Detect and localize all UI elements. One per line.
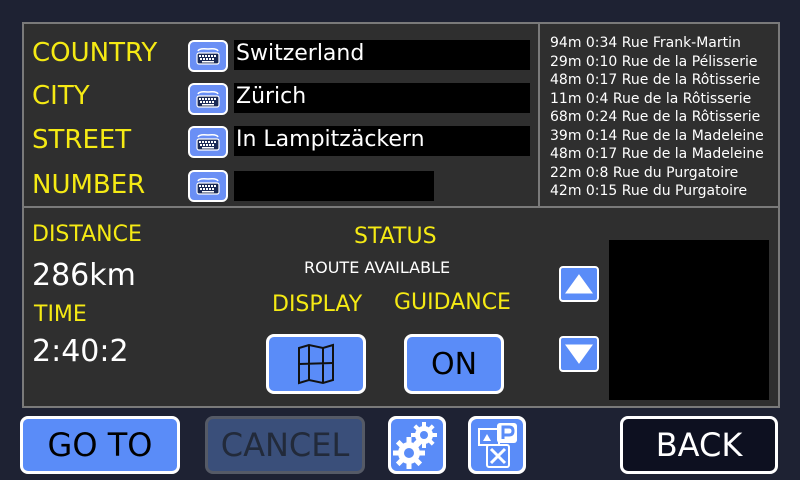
arrow-down-icon bbox=[565, 344, 593, 364]
route-list[interactable]: 94m 0:34 Rue Frank-Martin 29m 0:10 Rue d… bbox=[538, 22, 780, 208]
display-label: DISPLAY bbox=[272, 292, 363, 317]
number-keyboard-button[interactable] bbox=[188, 170, 228, 202]
display-map-button[interactable] bbox=[266, 334, 366, 394]
route-items: 94m 0:34 Rue Frank-Martin 29m 0:10 Rue d… bbox=[540, 34, 764, 201]
cancel-button[interactable]: CANCEL bbox=[205, 416, 365, 474]
time-label: TIME bbox=[34, 302, 87, 327]
route-info-panel: DISTANCE 286km TIME 2:40:2 STATUS ROUTE … bbox=[22, 206, 780, 408]
distance-value: 286km bbox=[32, 258, 136, 293]
arrow-up-icon bbox=[565, 274, 593, 294]
time-value: 2:40:2 bbox=[32, 334, 129, 369]
status-value: ROUTE AVAILABLE bbox=[304, 258, 451, 277]
back-button[interactable]: BACK bbox=[620, 416, 778, 474]
gears-icon bbox=[391, 419, 443, 471]
list-item[interactable]: 39m 0:14 Rue de la Madeleine bbox=[540, 127, 764, 146]
country-keyboard-button[interactable] bbox=[188, 40, 228, 72]
country-label: COUNTRY bbox=[32, 38, 158, 68]
status-label: STATUS bbox=[354, 224, 437, 249]
go-to-button[interactable]: GO TO bbox=[20, 416, 180, 474]
map-icon bbox=[298, 343, 334, 385]
number-field[interactable] bbox=[234, 171, 434, 201]
map-preview bbox=[609, 240, 769, 400]
street-label: STREET bbox=[32, 125, 132, 155]
list-item[interactable]: 42m 0:15 Rue du Purgatoire bbox=[540, 182, 764, 201]
keyboard-icon bbox=[196, 134, 220, 151]
scroll-up-button[interactable] bbox=[559, 266, 599, 302]
list-item[interactable]: 11m 0:4 Rue de la Rôtisserie bbox=[540, 90, 764, 109]
poi-button[interactable] bbox=[468, 416, 526, 474]
street-field[interactable]: In Lampitzäckern bbox=[234, 126, 530, 156]
city-label: CITY bbox=[32, 81, 90, 111]
street-keyboard-button[interactable] bbox=[188, 126, 228, 158]
list-item[interactable]: 22m 0:8 Rue du Purgatoire bbox=[540, 164, 764, 183]
keyboard-icon bbox=[196, 48, 220, 65]
distance-label: DISTANCE bbox=[32, 222, 142, 247]
keyboard-icon bbox=[196, 178, 220, 195]
settings-button[interactable] bbox=[388, 416, 446, 474]
list-item[interactable]: 29m 0:10 Rue de la Pélisserie bbox=[540, 53, 764, 72]
guidance-toggle-button[interactable]: ON bbox=[404, 334, 504, 394]
number-label: NUMBER bbox=[32, 170, 146, 200]
list-item[interactable]: 68m 0:24 Rue de la Rôtisserie bbox=[540, 108, 764, 127]
scroll-down-button[interactable] bbox=[559, 336, 599, 372]
list-item[interactable]: 48m 0:17 Rue de la Rôtisserie bbox=[540, 71, 764, 90]
city-field[interactable]: Zürich bbox=[234, 83, 530, 113]
address-form-panel: COUNTRY Switzerland CITY Zürich STREET I… bbox=[22, 22, 540, 208]
country-field[interactable]: Switzerland bbox=[234, 40, 530, 70]
guidance-label: GUIDANCE bbox=[394, 290, 511, 315]
poi-icon bbox=[471, 419, 523, 471]
city-keyboard-button[interactable] bbox=[188, 83, 228, 115]
list-item[interactable]: 94m 0:34 Rue Frank-Martin bbox=[540, 34, 764, 53]
keyboard-icon bbox=[196, 91, 220, 108]
list-item[interactable]: 48m 0:17 Rue de la Madeleine bbox=[540, 145, 764, 164]
